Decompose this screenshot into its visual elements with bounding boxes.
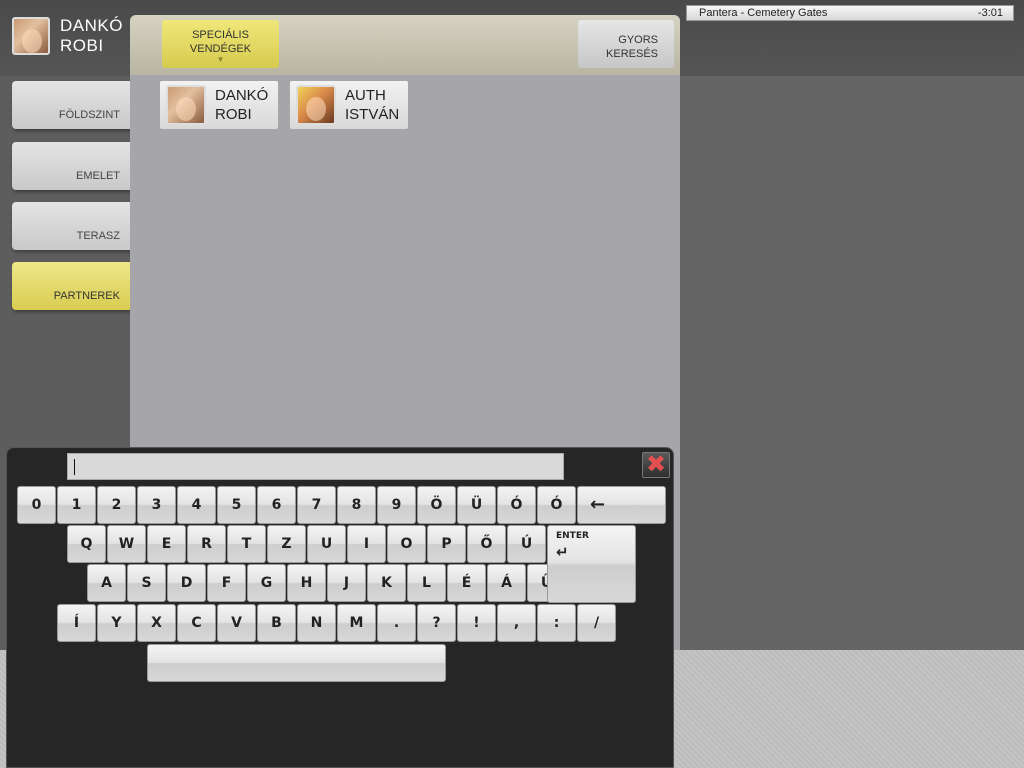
nav-item-label: PARTNEREK [53, 290, 120, 302]
key-0[interactable]: Í [57, 604, 96, 642]
key-4[interactable]: 4 [177, 486, 216, 524]
on-screen-keyboard: ✖ 0123456789ÖÜÓÓQWERTZUIOPŐÚASDFGHJKLÉÁŰ… [6, 447, 674, 768]
key-0[interactable]: 0 [17, 486, 56, 524]
partner-avatar [296, 85, 336, 125]
tab-special-guests[interactable]: SPECIÁLIS VENDÉGEK ▼ [162, 20, 279, 68]
key-2[interactable]: D [167, 564, 206, 602]
key-11[interactable]: Ú [507, 525, 546, 563]
key-6[interactable]: U [307, 525, 346, 563]
key-3[interactable]: F [207, 564, 246, 602]
key-0[interactable]: A [87, 564, 126, 602]
key-5[interactable]: 5 [217, 486, 256, 524]
key-11[interactable]: , [497, 604, 536, 642]
key-4[interactable]: T [227, 525, 266, 563]
user-avatar [12, 17, 50, 55]
keyboard-text-input[interactable] [67, 453, 564, 480]
key-7[interactable]: 7 [297, 486, 336, 524]
key-2[interactable]: 2 [97, 486, 136, 524]
key-5[interactable]: Z [267, 525, 306, 563]
key-8[interactable]: L [407, 564, 446, 602]
key-4[interactable]: G [247, 564, 286, 602]
partner-card-auth-istvan[interactable]: AUTH ISTVÁN [290, 81, 408, 129]
key-5[interactable]: B [257, 604, 296, 642]
panel-header: SPECIÁLIS VENDÉGEK ▼ GYORS KERESÉS [130, 15, 680, 75]
quick-search-button[interactable]: GYORS KERESÉS [578, 20, 674, 68]
key-9[interactable]: P [427, 525, 466, 563]
key-8[interactable]: . [377, 604, 416, 642]
key-10[interactable]: Á [487, 564, 526, 602]
key-8[interactable]: 8 [337, 486, 376, 524]
text-caret [74, 459, 75, 476]
key-4[interactable]: V [217, 604, 256, 642]
partner-card-danko-robi[interactable]: DANKÓ ROBI [160, 81, 278, 129]
key-1[interactable]: 1 [57, 486, 96, 524]
key-9[interactable]: ? [417, 604, 456, 642]
key-2[interactable]: E [147, 525, 186, 563]
enter-key[interactable]: ENTER ↵ [547, 525, 636, 603]
chevron-down-icon: ▼ [216, 55, 225, 64]
key-6[interactable]: N [297, 604, 336, 642]
key-7[interactable]: K [367, 564, 406, 602]
key-7[interactable]: I [347, 525, 386, 563]
key-9[interactable]: 9 [377, 486, 416, 524]
key-12[interactable]: : [537, 604, 576, 642]
close-icon[interactable]: ✖ [642, 452, 670, 478]
key-11[interactable]: Ü [457, 486, 496, 524]
nav-item-label: FÖLDSZINT [58, 109, 120, 121]
nav-item-label: TERASZ [76, 230, 120, 242]
key-6[interactable]: 6 [257, 486, 296, 524]
key-8[interactable]: O [387, 525, 426, 563]
key-3[interactable]: 3 [137, 486, 176, 524]
key-1[interactable]: Y [97, 604, 136, 642]
current-user[interactable]: DANKÓ ROBI [12, 16, 123, 56]
user-name: DANKÓ ROBI [60, 16, 123, 55]
key-1[interactable]: S [127, 564, 166, 602]
key-1[interactable]: W [107, 525, 146, 563]
key-10[interactable]: ! [457, 604, 496, 642]
key-5[interactable]: H [287, 564, 326, 602]
key-3[interactable]: C [177, 604, 216, 642]
partner-avatar [166, 85, 206, 125]
nav-item-label: EMELET [75, 170, 120, 182]
key-2[interactable]: X [137, 604, 176, 642]
key-12[interactable]: Ó [497, 486, 536, 524]
enter-key-label: ENTER [556, 531, 589, 541]
space-key[interactable] [147, 644, 446, 682]
key-13[interactable]: Ó [537, 486, 576, 524]
partner-name: DANKÓ ROBI [215, 87, 269, 123]
key-3[interactable]: R [187, 525, 226, 563]
key-10[interactable]: Ő [467, 525, 506, 563]
now-playing-time: -3:01 [977, 7, 1003, 19]
tab-special-guests-label: SPECIÁLIS VENDÉGEK [189, 29, 252, 55]
right-empty-area [680, 76, 1024, 650]
quick-search-label: GYORS KERESÉS [606, 34, 658, 60]
key-7[interactable]: M [337, 604, 376, 642]
key-0[interactable]: Q [67, 525, 106, 563]
backspace-key[interactable]: ← [577, 486, 666, 524]
key-10[interactable]: Ö [417, 486, 456, 524]
partner-name: AUTH ISTVÁN [345, 87, 400, 123]
key-6[interactable]: J [327, 564, 366, 602]
key-9[interactable]: É [447, 564, 486, 602]
key-13[interactable]: / [577, 604, 616, 642]
enter-arrow-icon: ↵ [556, 543, 569, 561]
now-playing-bar[interactable]: Pantera - Cemetery Gates -3:01 [686, 5, 1014, 21]
now-playing-track: Pantera - Cemetery Gates [699, 7, 828, 19]
